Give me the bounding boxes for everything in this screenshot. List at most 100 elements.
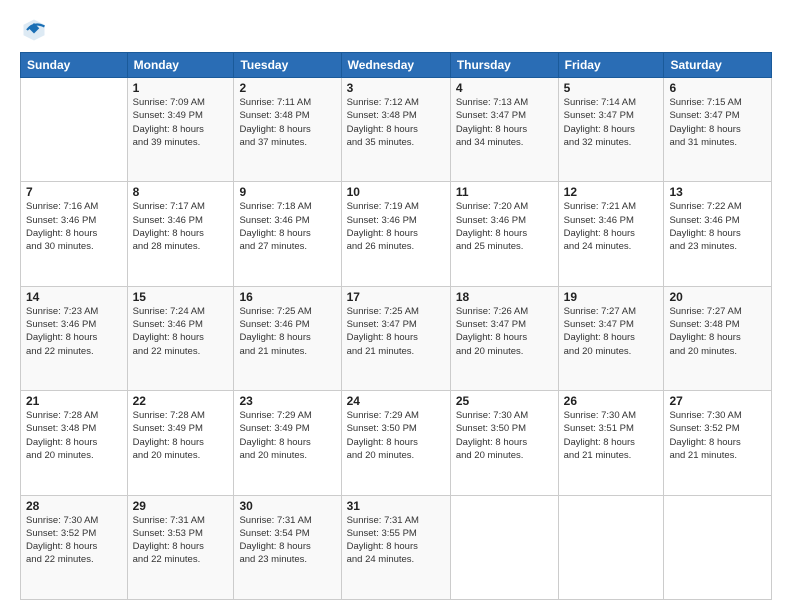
calendar-cell: 16Sunrise: 7:25 AM Sunset: 3:46 PM Dayli… xyxy=(234,286,341,390)
day-number: 24 xyxy=(347,394,445,408)
calendar-cell: 17Sunrise: 7:25 AM Sunset: 3:47 PM Dayli… xyxy=(341,286,450,390)
day-info: Sunrise: 7:22 AM Sunset: 3:46 PM Dayligh… xyxy=(669,200,766,253)
calendar-cell: 20Sunrise: 7:27 AM Sunset: 3:48 PM Dayli… xyxy=(664,286,772,390)
calendar-cell: 19Sunrise: 7:27 AM Sunset: 3:47 PM Dayli… xyxy=(558,286,664,390)
calendar-cell: 6Sunrise: 7:15 AM Sunset: 3:47 PM Daylig… xyxy=(664,78,772,182)
calendar-cell: 23Sunrise: 7:29 AM Sunset: 3:49 PM Dayli… xyxy=(234,391,341,495)
calendar-cell: 31Sunrise: 7:31 AM Sunset: 3:55 PM Dayli… xyxy=(341,495,450,599)
calendar-cell: 30Sunrise: 7:31 AM Sunset: 3:54 PM Dayli… xyxy=(234,495,341,599)
day-number: 31 xyxy=(347,499,445,513)
day-number: 28 xyxy=(26,499,122,513)
calendar-cell: 29Sunrise: 7:31 AM Sunset: 3:53 PM Dayli… xyxy=(127,495,234,599)
day-info: Sunrise: 7:13 AM Sunset: 3:47 PM Dayligh… xyxy=(456,96,553,149)
calendar-cell xyxy=(558,495,664,599)
calendar-cell: 4Sunrise: 7:13 AM Sunset: 3:47 PM Daylig… xyxy=(450,78,558,182)
day-info: Sunrise: 7:23 AM Sunset: 3:46 PM Dayligh… xyxy=(26,305,122,358)
calendar-cell: 15Sunrise: 7:24 AM Sunset: 3:46 PM Dayli… xyxy=(127,286,234,390)
calendar-cell: 2Sunrise: 7:11 AM Sunset: 3:48 PM Daylig… xyxy=(234,78,341,182)
calendar-cell: 18Sunrise: 7:26 AM Sunset: 3:47 PM Dayli… xyxy=(450,286,558,390)
day-info: Sunrise: 7:28 AM Sunset: 3:48 PM Dayligh… xyxy=(26,409,122,462)
calendar-cell: 5Sunrise: 7:14 AM Sunset: 3:47 PM Daylig… xyxy=(558,78,664,182)
day-info: Sunrise: 7:30 AM Sunset: 3:50 PM Dayligh… xyxy=(456,409,553,462)
day-number: 22 xyxy=(133,394,229,408)
weekday-header-saturday: Saturday xyxy=(664,53,772,78)
calendar-cell: 1Sunrise: 7:09 AM Sunset: 3:49 PM Daylig… xyxy=(127,78,234,182)
calendar-cell: 25Sunrise: 7:30 AM Sunset: 3:50 PM Dayli… xyxy=(450,391,558,495)
weekday-header-tuesday: Tuesday xyxy=(234,53,341,78)
day-number: 11 xyxy=(456,185,553,199)
day-number: 10 xyxy=(347,185,445,199)
logo-icon xyxy=(20,16,48,44)
day-info: Sunrise: 7:18 AM Sunset: 3:46 PM Dayligh… xyxy=(239,200,335,253)
day-info: Sunrise: 7:27 AM Sunset: 3:47 PM Dayligh… xyxy=(564,305,659,358)
day-number: 17 xyxy=(347,290,445,304)
day-info: Sunrise: 7:24 AM Sunset: 3:46 PM Dayligh… xyxy=(133,305,229,358)
day-number: 14 xyxy=(26,290,122,304)
calendar-cell: 13Sunrise: 7:22 AM Sunset: 3:46 PM Dayli… xyxy=(664,182,772,286)
day-number: 1 xyxy=(133,81,229,95)
day-info: Sunrise: 7:29 AM Sunset: 3:50 PM Dayligh… xyxy=(347,409,445,462)
day-info: Sunrise: 7:21 AM Sunset: 3:46 PM Dayligh… xyxy=(564,200,659,253)
calendar-cell: 12Sunrise: 7:21 AM Sunset: 3:46 PM Dayli… xyxy=(558,182,664,286)
day-number: 6 xyxy=(669,81,766,95)
day-info: Sunrise: 7:30 AM Sunset: 3:52 PM Dayligh… xyxy=(26,514,122,567)
calendar-week-row: 28Sunrise: 7:30 AM Sunset: 3:52 PM Dayli… xyxy=(21,495,772,599)
calendar-week-row: 1Sunrise: 7:09 AM Sunset: 3:49 PM Daylig… xyxy=(21,78,772,182)
day-number: 4 xyxy=(456,81,553,95)
day-info: Sunrise: 7:31 AM Sunset: 3:54 PM Dayligh… xyxy=(239,514,335,567)
calendar-cell xyxy=(21,78,128,182)
day-info: Sunrise: 7:16 AM Sunset: 3:46 PM Dayligh… xyxy=(26,200,122,253)
day-number: 8 xyxy=(133,185,229,199)
weekday-header-sunday: Sunday xyxy=(21,53,128,78)
page: SundayMondayTuesdayWednesdayThursdayFrid… xyxy=(0,0,792,612)
day-info: Sunrise: 7:26 AM Sunset: 3:47 PM Dayligh… xyxy=(456,305,553,358)
day-info: Sunrise: 7:17 AM Sunset: 3:46 PM Dayligh… xyxy=(133,200,229,253)
calendar-week-row: 14Sunrise: 7:23 AM Sunset: 3:46 PM Dayli… xyxy=(21,286,772,390)
day-number: 5 xyxy=(564,81,659,95)
calendar-cell: 3Sunrise: 7:12 AM Sunset: 3:48 PM Daylig… xyxy=(341,78,450,182)
day-number: 18 xyxy=(456,290,553,304)
weekday-header-friday: Friday xyxy=(558,53,664,78)
calendar-cell: 7Sunrise: 7:16 AM Sunset: 3:46 PM Daylig… xyxy=(21,182,128,286)
day-info: Sunrise: 7:28 AM Sunset: 3:49 PM Dayligh… xyxy=(133,409,229,462)
day-info: Sunrise: 7:15 AM Sunset: 3:47 PM Dayligh… xyxy=(669,96,766,149)
calendar-cell: 9Sunrise: 7:18 AM Sunset: 3:46 PM Daylig… xyxy=(234,182,341,286)
calendar-cell: 22Sunrise: 7:28 AM Sunset: 3:49 PM Dayli… xyxy=(127,391,234,495)
header xyxy=(20,16,772,44)
calendar-cell: 27Sunrise: 7:30 AM Sunset: 3:52 PM Dayli… xyxy=(664,391,772,495)
weekday-header-thursday: Thursday xyxy=(450,53,558,78)
day-number: 13 xyxy=(669,185,766,199)
calendar-table: SundayMondayTuesdayWednesdayThursdayFrid… xyxy=(20,52,772,600)
day-info: Sunrise: 7:29 AM Sunset: 3:49 PM Dayligh… xyxy=(239,409,335,462)
day-info: Sunrise: 7:25 AM Sunset: 3:46 PM Dayligh… xyxy=(239,305,335,358)
day-info: Sunrise: 7:11 AM Sunset: 3:48 PM Dayligh… xyxy=(239,96,335,149)
day-number: 16 xyxy=(239,290,335,304)
day-number: 23 xyxy=(239,394,335,408)
day-info: Sunrise: 7:25 AM Sunset: 3:47 PM Dayligh… xyxy=(347,305,445,358)
day-info: Sunrise: 7:12 AM Sunset: 3:48 PM Dayligh… xyxy=(347,96,445,149)
calendar-week-row: 7Sunrise: 7:16 AM Sunset: 3:46 PM Daylig… xyxy=(21,182,772,286)
day-number: 30 xyxy=(239,499,335,513)
day-number: 9 xyxy=(239,185,335,199)
day-info: Sunrise: 7:19 AM Sunset: 3:46 PM Dayligh… xyxy=(347,200,445,253)
calendar-cell: 11Sunrise: 7:20 AM Sunset: 3:46 PM Dayli… xyxy=(450,182,558,286)
day-number: 12 xyxy=(564,185,659,199)
calendar-cell: 8Sunrise: 7:17 AM Sunset: 3:46 PM Daylig… xyxy=(127,182,234,286)
calendar-cell: 24Sunrise: 7:29 AM Sunset: 3:50 PM Dayli… xyxy=(341,391,450,495)
day-info: Sunrise: 7:20 AM Sunset: 3:46 PM Dayligh… xyxy=(456,200,553,253)
weekday-header-wednesday: Wednesday xyxy=(341,53,450,78)
calendar-cell: 28Sunrise: 7:30 AM Sunset: 3:52 PM Dayli… xyxy=(21,495,128,599)
day-info: Sunrise: 7:09 AM Sunset: 3:49 PM Dayligh… xyxy=(133,96,229,149)
weekday-header-row: SundayMondayTuesdayWednesdayThursdayFrid… xyxy=(21,53,772,78)
day-number: 21 xyxy=(26,394,122,408)
day-number: 15 xyxy=(133,290,229,304)
weekday-header-monday: Monday xyxy=(127,53,234,78)
day-number: 26 xyxy=(564,394,659,408)
day-info: Sunrise: 7:30 AM Sunset: 3:51 PM Dayligh… xyxy=(564,409,659,462)
calendar-cell: 10Sunrise: 7:19 AM Sunset: 3:46 PM Dayli… xyxy=(341,182,450,286)
day-number: 20 xyxy=(669,290,766,304)
day-number: 2 xyxy=(239,81,335,95)
day-number: 25 xyxy=(456,394,553,408)
calendar-cell xyxy=(450,495,558,599)
day-info: Sunrise: 7:27 AM Sunset: 3:48 PM Dayligh… xyxy=(669,305,766,358)
